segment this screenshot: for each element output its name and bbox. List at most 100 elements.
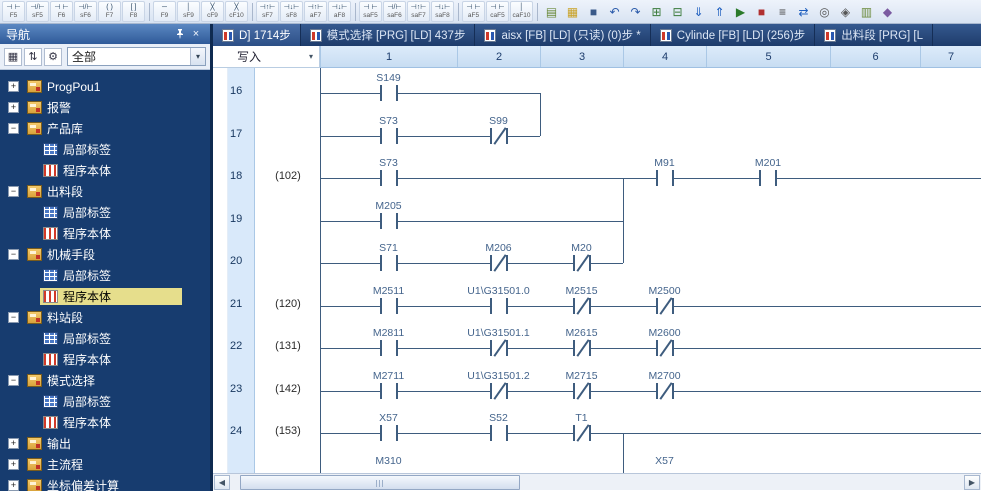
mode-selector[interactable]: 写入 ▾	[213, 46, 320, 68]
ladder-symbol-button-saF5[interactable]: ⊣ ⊢ saF5	[359, 1, 382, 22]
nc-contact[interactable]	[572, 424, 591, 442]
tab[interactable]: Cylinde [FB] [LD] (256)步	[651, 24, 816, 46]
tree-item[interactable]: 程序本体	[0, 223, 210, 244]
nc-contact[interactable]	[489, 126, 508, 145]
save-icon[interactable]: ■	[583, 1, 604, 22]
tree-item[interactable]: 程序本体	[0, 412, 210, 433]
tree-item[interactable]: + 主流程	[0, 454, 210, 475]
tree-item[interactable]: 局部标签	[0, 202, 210, 223]
expand-icon[interactable]: +	[8, 81, 19, 92]
ladder-symbol-button-sF7[interactable]: ⊣↑⊢ sF7	[256, 1, 279, 22]
nc-contact[interactable]	[655, 339, 674, 357]
find-icon[interactable]: ◎	[814, 1, 835, 22]
nc-contact[interactable]	[655, 296, 674, 315]
expand-icon[interactable]: +	[8, 459, 19, 470]
device-batch-monitor-icon[interactable]: ≡	[772, 1, 793, 22]
ladder-symbol-button-sF6[interactable]: ⊣/⊢ sF6	[74, 1, 97, 22]
nc-contact[interactable]	[572, 296, 591, 315]
tree-item[interactable]: 局部标签	[0, 328, 210, 349]
undo-icon[interactable]: ↶	[604, 1, 625, 22]
tree-item[interactable]: + 报警	[0, 97, 210, 118]
horizontal-scrollbar[interactable]: ◀ ▶	[213, 473, 981, 490]
tree-item[interactable]: − 出料段	[0, 181, 210, 202]
tree-item[interactable]: + 输出	[0, 433, 210, 454]
ladder-grid[interactable]: 16 S149 17 S73 S99 18 (102) S73 M91 M201 19 M205 20 S…	[213, 68, 981, 473]
display-target-icon[interactable]: ▦	[4, 47, 22, 66]
ladder-symbol-button-aF8[interactable]: ⊣↓⊢ aF8	[328, 1, 351, 22]
ladder-symbol-button-cF9[interactable]: ╳ cF9	[201, 1, 224, 22]
tree-item[interactable]: 程序本体	[0, 349, 210, 370]
ladder-symbol-button-caF5[interactable]: ⊣ ⊢ caF5	[486, 1, 509, 22]
no-contact[interactable]	[379, 382, 398, 399]
expand-icon[interactable]: +	[8, 480, 19, 491]
no-contact[interactable]	[489, 297, 508, 314]
nc-contact[interactable]	[489, 254, 508, 272]
tree-item[interactable]: − 模式选择	[0, 370, 210, 391]
scroll-right-button[interactable]: ▶	[964, 475, 980, 490]
monitor-start-icon[interactable]: ▶	[730, 1, 751, 22]
no-contact[interactable]	[379, 212, 398, 229]
tab[interactable]: 出料段 [PRG] [L	[815, 24, 934, 46]
zoom-icon[interactable]: ◈	[835, 1, 856, 22]
collapse-icon[interactable]: −	[8, 249, 19, 260]
tree-item[interactable]: 程序本体	[0, 286, 210, 307]
nc-contact[interactable]	[572, 339, 591, 357]
nc-contact[interactable]	[489, 381, 508, 400]
collapse-icon[interactable]: −	[8, 123, 19, 134]
collapse-icon[interactable]: −	[8, 312, 19, 323]
ladder-symbol-button-saF7[interactable]: ⊣↑⊢ saF7	[407, 1, 430, 22]
no-contact[interactable]	[379, 340, 398, 356]
no-contact[interactable]	[379, 425, 398, 441]
ladder-symbol-button-F6[interactable]: ⊣ ⊢ F6	[50, 1, 73, 22]
tab[interactable]: aisx [FB] [LD] (只读) (0)步 *	[475, 24, 651, 46]
no-contact[interactable]	[379, 85, 398, 101]
scroll-left-button[interactable]: ◀	[214, 475, 230, 490]
no-contact[interactable]	[379, 127, 398, 144]
tab[interactable]: 模式选择 [PRG] [LD] 437步	[301, 24, 476, 46]
no-contact[interactable]	[759, 170, 777, 186]
nc-contact[interactable]	[489, 339, 508, 357]
new-icon[interactable]: ▤	[541, 1, 562, 22]
convert-icon[interactable]: ⊞	[646, 1, 667, 22]
ladder-symbol-button-F9[interactable]: ─ F9	[153, 1, 176, 22]
collapse-icon[interactable]: −	[8, 186, 19, 197]
ladder-symbol-button-cF10[interactable]: ╳ cF10	[225, 1, 248, 22]
tree-item[interactable]: − 机械手段	[0, 244, 210, 265]
ladder-symbol-button-F8[interactable]: [ ] F8	[122, 1, 145, 22]
tab[interactable]: D] 1714步	[213, 24, 301, 46]
tree-item[interactable]: 局部标签	[0, 265, 210, 286]
ladder-symbol-button-aF5[interactable]: ⊣ ⊢ aF5	[462, 1, 485, 22]
tree-item[interactable]: 局部标签	[0, 139, 210, 160]
cross-reference-icon[interactable]: ⇄	[793, 1, 814, 22]
ladder-symbol-button-saF6[interactable]: ⊣/⊢ saF6	[383, 1, 406, 22]
ladder-symbol-button-sF9[interactable]: │ sF9	[177, 1, 200, 22]
ladder-symbol-button-F7[interactable]: ( ) F7	[98, 1, 121, 22]
tree-item[interactable]: 局部标签	[0, 391, 210, 412]
close-icon[interactable]: ×	[188, 26, 204, 42]
scrollbar-thumb[interactable]	[240, 475, 520, 490]
nc-contact[interactable]	[572, 254, 591, 272]
tree-item[interactable]: + ProgPou1	[0, 76, 210, 97]
convert-all-icon[interactable]: ⊟	[667, 1, 688, 22]
no-contact[interactable]	[379, 255, 398, 271]
nc-contact[interactable]	[572, 381, 591, 400]
ladder-symbol-button-saF8[interactable]: ⊣↓⊢ saF8	[431, 1, 454, 22]
comment-display-icon[interactable]: ▥	[856, 1, 877, 22]
redo-icon[interactable]: ↷	[625, 1, 646, 22]
no-contact[interactable]	[379, 297, 398, 314]
pin-icon[interactable]	[172, 26, 188, 42]
expand-icon[interactable]: +	[8, 438, 19, 449]
nav-filter-dropdown[interactable]: 全部 ▾	[67, 47, 206, 66]
tree-item[interactable]: − 料站段	[0, 307, 210, 328]
no-contact[interactable]	[489, 425, 508, 441]
write-to-plc-icon[interactable]: ⇓	[688, 1, 709, 22]
no-contact[interactable]	[379, 170, 398, 186]
ladder-symbol-button-aF7[interactable]: ⊣↑⊢ aF7	[304, 1, 327, 22]
no-contact[interactable]	[655, 170, 674, 186]
sort-icon[interactable]: ⇅	[24, 47, 42, 66]
tree-item[interactable]: 程序本体	[0, 160, 210, 181]
open-icon[interactable]: ▦	[562, 1, 583, 22]
read-from-plc-icon[interactable]: ⇑	[709, 1, 730, 22]
ladder-symbol-button-F5[interactable]: ⊣ ⊢ F5	[2, 1, 25, 22]
ladder-symbol-button-sF5[interactable]: ⊣/⊢ sF5	[26, 1, 49, 22]
